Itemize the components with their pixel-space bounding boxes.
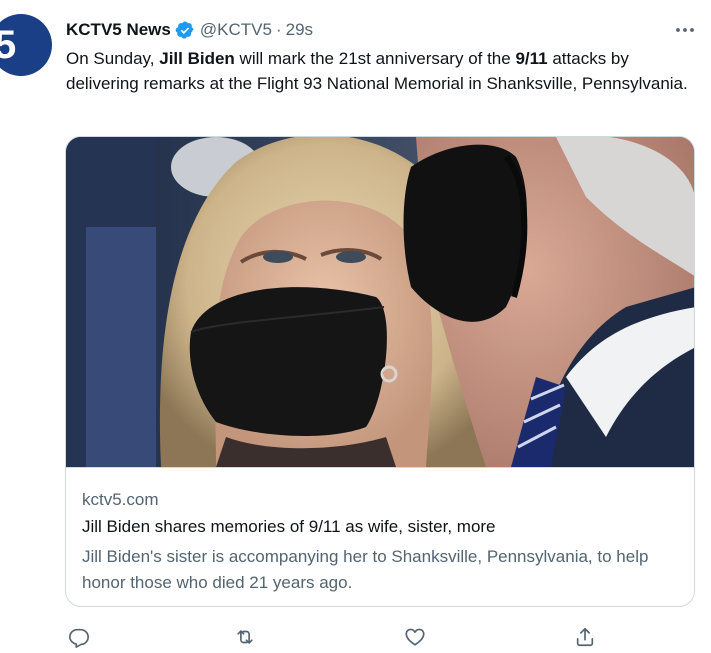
card-domain: kctv5.com [82,490,159,509]
more-icon [676,28,694,32]
card-photo[interactable] [66,137,695,467]
reply-icon [69,628,89,648]
separator-dot: · [275,20,282,39]
share-button[interactable] [572,624,598,650]
reply-button[interactable] [66,624,92,650]
tweet-text-bold-name[interactable]: Jill Biden [159,49,235,68]
tweet-timestamp[interactable]: 29s [286,20,313,40]
action-bar [66,624,606,650]
avatar[interactable]: 5 [0,14,52,76]
tweet-text-part: will mark the 21st anniversary of the [234,49,516,68]
card-divider [66,467,694,468]
avatar-logo-text: 5 [0,23,16,67]
share-icon [576,627,594,647]
heart-icon [405,628,425,646]
author-handle[interactable]: @KCTV5 [200,20,272,40]
card-title[interactable]: Jill Biden shares memories of 9/11 as wi… [82,517,496,537]
tweet[interactable]: 5 KCTV5 News @KCTV5 · 29s On Sunday, Jil… [0,0,711,653]
tweet-text: On Sunday, Jill Biden will mark the 21st… [66,46,696,96]
link-card[interactable]: kctv5.com Jill Biden shares memories of … [65,136,695,607]
tweet-text-part: On Sunday, [66,49,160,68]
author-name[interactable]: KCTV5 News [66,20,171,40]
verified-badge-icon [175,21,194,39]
retweet-button[interactable] [232,624,258,650]
tweet-header: KCTV5 News @KCTV5 · 29s [66,19,313,41]
card-description: Jill Biden's sister is accompanying her … [82,547,649,592]
retweet-icon [237,630,253,644]
like-button[interactable] [402,624,428,650]
tweet-text-bold-date[interactable]: 9/11 [515,49,547,68]
more-options-button[interactable] [670,18,700,42]
